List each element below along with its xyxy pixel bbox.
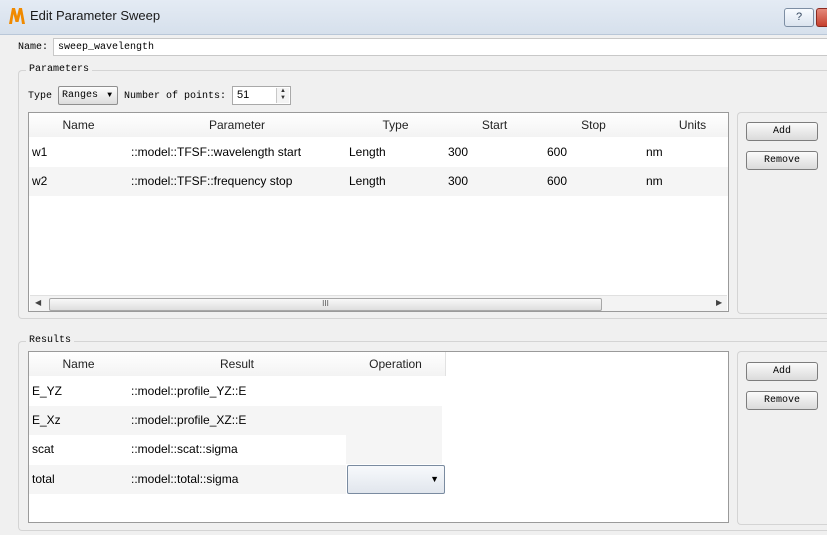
row-name: E_YZ xyxy=(32,384,63,398)
row-units: nm xyxy=(646,174,663,188)
parameters-button-panel xyxy=(737,112,827,314)
dropdown-arrow-icon: ▼ xyxy=(107,91,112,100)
row-name: E_Xz xyxy=(29,406,128,435)
app-logo-icon xyxy=(9,8,25,24)
number-of-points-input[interactable]: 51 ▲ ▼ xyxy=(232,86,291,105)
parameters-table: Name Parameter Type Start Stop Units w1 … xyxy=(28,112,729,312)
parameters-group-title: Parameters xyxy=(26,64,93,75)
parameters-table-header: Name Parameter Type Start Stop Units xyxy=(29,113,728,137)
type-select-value: Ranges xyxy=(62,90,99,101)
spin-up-icon[interactable]: ▲ xyxy=(277,88,289,95)
name-input-value: sweep_wavelength xyxy=(58,42,155,53)
spin-down-icon[interactable]: ▼ xyxy=(277,95,289,102)
column-header-result[interactable]: Result xyxy=(128,352,347,376)
add-result-button[interactable]: Add xyxy=(746,362,818,381)
results-table: Name Result Operation E_YZ ::model::prof… xyxy=(28,351,729,523)
table-row[interactable]: w2 ::model::TFSF::frequency stop Length … xyxy=(29,167,728,196)
title-bar: Edit Parameter Sweep ? xyxy=(0,0,827,35)
results-group-title: Results xyxy=(26,335,75,346)
help-icon: ? xyxy=(795,11,803,23)
row-parameter: ::model::TFSF::frequency stop xyxy=(131,174,293,188)
row-type: Length xyxy=(349,174,386,188)
column-header-parameter[interactable]: Parameter xyxy=(128,113,347,137)
row-start: 300 xyxy=(448,174,469,188)
row-name: scat xyxy=(32,442,55,456)
row-start: 300 xyxy=(448,145,469,159)
row-result: ::model::profile_YZ::E xyxy=(131,384,247,398)
row-name: total xyxy=(29,465,128,494)
row-type: Length xyxy=(349,145,386,159)
row-operation xyxy=(346,435,442,464)
column-header-stop[interactable]: Stop xyxy=(544,113,644,137)
points-spinner[interactable]: ▲ ▼ xyxy=(276,88,289,103)
remove-parameter-button[interactable]: Remove xyxy=(746,151,818,170)
row-units: nm xyxy=(646,145,663,159)
column-header-name[interactable]: Name xyxy=(29,113,129,137)
scrollbar-grip: III xyxy=(322,299,329,308)
scrollbar-thumb[interactable]: III xyxy=(49,298,602,311)
operation-select[interactable]: ▼ xyxy=(347,465,445,494)
table-row[interactable]: scat ::model::scat::sigma xyxy=(29,435,728,464)
column-header-type[interactable]: Type xyxy=(346,113,446,137)
row-stop: 600 xyxy=(547,145,568,159)
add-parameter-button[interactable]: Add xyxy=(746,122,818,141)
row-operation xyxy=(346,406,442,435)
scroll-right-icon[interactable]: ▶ xyxy=(716,298,722,307)
column-header-operation[interactable]: Operation xyxy=(346,352,446,376)
close-button[interactable] xyxy=(816,8,827,27)
type-label: Type xyxy=(28,91,53,102)
table-row[interactable]: E_Xz ::model::profile_XZ::E xyxy=(29,406,728,435)
table-row[interactable]: total ::model::total::sigma ▼ xyxy=(29,465,728,494)
remove-result-button[interactable]: Remove xyxy=(746,391,818,410)
number-of-points-value: 51 xyxy=(237,89,250,101)
type-select[interactable]: Ranges ▼ xyxy=(58,86,118,105)
scroll-left-icon[interactable]: ◀ xyxy=(35,298,41,307)
table-row[interactable]: w1 ::model::TFSF::wavelength start Lengt… xyxy=(29,138,728,167)
row-result: ::model::scat::sigma xyxy=(131,442,238,456)
horizontal-scrollbar[interactable]: ◀ III ▶ xyxy=(30,295,727,311)
table-row[interactable]: E_YZ ::model::profile_YZ::E xyxy=(29,377,728,406)
dropdown-arrow-icon: ▼ xyxy=(430,474,439,484)
row-stop: 600 xyxy=(547,174,568,188)
help-button[interactable]: ? xyxy=(784,8,814,27)
row-name: w2 xyxy=(32,174,48,188)
row-result: ::model::profile_XZ::E xyxy=(128,406,346,435)
name-input[interactable]: sweep_wavelength xyxy=(53,38,827,56)
column-header-start[interactable]: Start xyxy=(445,113,545,137)
row-name: w1 xyxy=(32,145,48,159)
column-header-name[interactable]: Name xyxy=(29,352,129,376)
number-of-points-label: Number of points: xyxy=(124,91,227,102)
column-header-units[interactable]: Units xyxy=(643,113,728,137)
name-label: Name: xyxy=(18,42,49,53)
results-table-header: Name Result Operation xyxy=(29,352,728,376)
window-title: Edit Parameter Sweep xyxy=(30,8,161,23)
row-parameter: ::model::TFSF::wavelength start xyxy=(131,145,302,159)
row-result: ::model::total::sigma xyxy=(128,465,346,494)
